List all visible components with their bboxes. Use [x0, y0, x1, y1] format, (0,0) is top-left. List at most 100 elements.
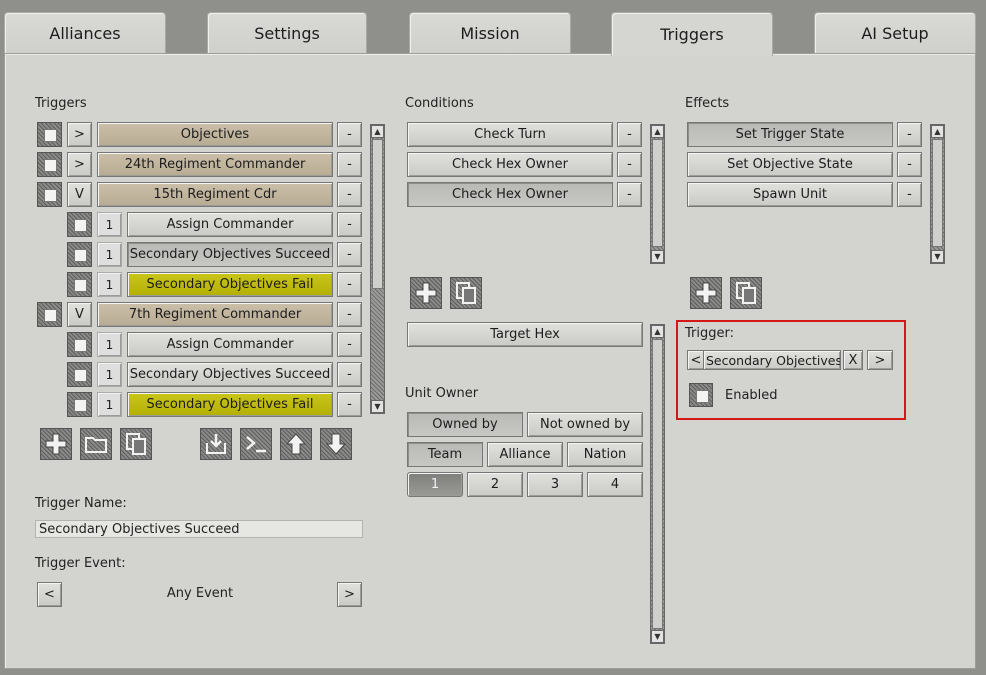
condition-item[interactable]: Check Hex Owner — [407, 152, 613, 177]
scroll-thumb[interactable] — [652, 139, 663, 247]
target-hex-button[interactable]: Target Hex — [407, 322, 643, 347]
trigger-item-secondary-fail[interactable]: Secondary Objectives Fail — [127, 272, 333, 297]
remove-condition-button[interactable]: - — [617, 152, 642, 177]
remove-trigger-button[interactable]: - — [337, 182, 362, 207]
team-number-3[interactable]: 3 — [527, 472, 583, 497]
scroll-down-icon[interactable]: ▼ — [931, 250, 944, 263]
nation-toggle[interactable]: Nation — [567, 442, 643, 467]
effects-scrollbar[interactable]: ▲ ▼ — [930, 124, 945, 264]
trigger-checkbox[interactable] — [37, 122, 62, 147]
tab-settings[interactable]: Settings — [207, 12, 367, 54]
add-folder-button[interactable] — [80, 428, 112, 460]
effect-item[interactable]: Set Objective State — [687, 152, 893, 177]
remove-trigger-button[interactable]: - — [337, 332, 362, 357]
move-down-button[interactable] — [320, 428, 352, 460]
tab-ai-setup[interactable]: AI Setup — [814, 12, 976, 54]
scroll-down-icon[interactable]: ▼ — [371, 400, 384, 413]
triggers-scrollbar[interactable]: ▲ ▼ — [370, 124, 385, 414]
effect-trigger-select[interactable]: Secondary Objectives Fail — [703, 350, 841, 370]
scroll-up-icon[interactable]: ▲ — [651, 325, 664, 338]
remove-trigger-button[interactable]: - — [337, 272, 362, 297]
remove-trigger-button[interactable]: - — [337, 152, 362, 177]
trigger-checkbox[interactable] — [67, 242, 92, 267]
conditions-scrollbar[interactable]: ▲ ▼ — [650, 124, 665, 264]
scroll-up-icon[interactable]: ▲ — [931, 125, 944, 138]
remove-effect-button[interactable]: - — [897, 122, 922, 147]
event-next-button[interactable]: > — [337, 582, 362, 607]
trigger-checkbox[interactable] — [37, 182, 62, 207]
collapse-button[interactable]: V — [67, 302, 92, 327]
remove-condition-button[interactable]: - — [617, 182, 642, 207]
remove-trigger-button[interactable]: - — [337, 242, 362, 267]
trigger-checkbox[interactable] — [67, 362, 92, 387]
trigger-item-secondary-succeed[interactable]: Secondary Objectives Succeed — [127, 362, 333, 387]
effect-trigger-clear-button[interactable]: X — [843, 350, 863, 370]
trigger-checkbox[interactable] — [67, 272, 92, 297]
effect-item[interactable]: Set Trigger State — [687, 122, 893, 147]
tab-alliances[interactable]: Alliances — [4, 12, 166, 54]
import-button[interactable] — [200, 428, 232, 460]
terminal-icon — [246, 436, 266, 453]
import-icon — [206, 434, 226, 454]
collapse-button[interactable]: V — [67, 182, 92, 207]
not-owned-by-toggle[interactable]: Not owned by — [527, 412, 643, 437]
trigger-item-secondary-fail[interactable]: Secondary Objectives Fail — [127, 392, 333, 417]
remove-effect-button[interactable]: - — [897, 152, 922, 177]
remove-trigger-button[interactable]: - — [337, 302, 362, 327]
remove-trigger-button[interactable]: - — [337, 362, 362, 387]
copy-icon — [736, 282, 756, 304]
condition-details-scrollbar[interactable]: ▲ ▼ — [650, 324, 665, 644]
remove-trigger-button[interactable]: - — [337, 122, 362, 147]
duplicate-condition-button[interactable] — [450, 277, 482, 309]
duplicate-effect-button[interactable] — [730, 277, 762, 309]
add-trigger-button[interactable] — [40, 428, 72, 460]
trigger-item-objectives[interactable]: Objectives — [97, 122, 333, 147]
remove-trigger-button[interactable]: - — [337, 212, 362, 237]
team-toggle[interactable]: Team — [407, 442, 483, 467]
trigger-item-secondary-succeed[interactable]: Secondary Objectives Succeed — [127, 242, 333, 267]
team-number-2[interactable]: 2 — [467, 472, 523, 497]
trigger-item-7th-regiment[interactable]: 7th Regiment Commander — [97, 302, 333, 327]
scroll-down-icon[interactable]: ▼ — [651, 250, 664, 263]
remove-condition-button[interactable]: - — [617, 122, 642, 147]
event-prev-button[interactable]: < — [37, 582, 62, 607]
add-condition-button[interactable] — [410, 277, 442, 309]
remove-trigger-button[interactable]: - — [337, 392, 362, 417]
trigger-checkbox[interactable] — [67, 212, 92, 237]
trigger-checkbox[interactable] — [37, 302, 62, 327]
trigger-item-15th-regiment[interactable]: 15th Regiment Cdr — [97, 182, 333, 207]
tab-mission[interactable]: Mission — [409, 12, 571, 54]
add-effect-button[interactable] — [690, 277, 722, 309]
enabled-label: Enabled — [725, 388, 778, 403]
expand-button[interactable]: > — [67, 152, 92, 177]
trigger-name-input[interactable]: Secondary Objectives Succeed — [35, 520, 363, 538]
script-button[interactable] — [240, 428, 272, 460]
trigger-item-assign-commander[interactable]: Assign Commander — [127, 332, 333, 357]
scroll-thumb[interactable] — [652, 339, 663, 629]
team-number-1[interactable]: 1 — [407, 472, 463, 497]
trigger-checkbox[interactable] — [67, 392, 92, 417]
arrow-up-icon — [285, 433, 307, 455]
scroll-thumb[interactable] — [372, 139, 383, 289]
remove-effect-button[interactable]: - — [897, 182, 922, 207]
enabled-checkbox[interactable] — [689, 383, 713, 407]
expand-button[interactable]: > — [67, 122, 92, 147]
scroll-thumb[interactable] — [932, 139, 943, 247]
alliance-toggle[interactable]: Alliance — [487, 442, 563, 467]
scroll-up-icon[interactable]: ▲ — [651, 125, 664, 138]
move-up-button[interactable] — [280, 428, 312, 460]
trigger-item-24th-regiment[interactable]: 24th Regiment Commander — [97, 152, 333, 177]
owned-by-toggle[interactable]: Owned by — [407, 412, 523, 437]
duplicate-trigger-button[interactable] — [120, 428, 152, 460]
scroll-down-icon[interactable]: ▼ — [651, 630, 664, 643]
tab-triggers[interactable]: Triggers — [611, 12, 773, 56]
trigger-checkbox[interactable] — [67, 332, 92, 357]
trigger-checkbox[interactable] — [37, 152, 62, 177]
effect-trigger-next-button[interactable]: > — [867, 350, 893, 370]
trigger-item-assign-commander[interactable]: Assign Commander — [127, 212, 333, 237]
condition-item[interactable]: Check Turn — [407, 122, 613, 147]
scroll-up-icon[interactable]: ▲ — [371, 125, 384, 138]
effect-item[interactable]: Spawn Unit — [687, 182, 893, 207]
team-number-4[interactable]: 4 — [587, 472, 643, 497]
condition-item[interactable]: Check Hex Owner — [407, 182, 613, 207]
